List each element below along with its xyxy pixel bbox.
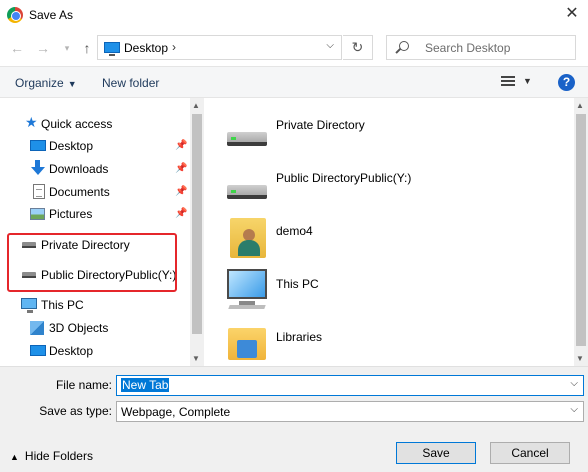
pictures-icon: [30, 208, 45, 220]
desktop-icon: [30, 140, 46, 151]
file-list-scrollbar[interactable]: ▲ ▼: [574, 98, 588, 366]
window-title: Save As: [29, 8, 74, 22]
search-icon: [399, 41, 409, 51]
3d-objects-icon: [30, 321, 44, 335]
cancel-button[interactable]: Cancel: [490, 442, 570, 464]
item-name: Public DirectoryPublic(Y:): [276, 171, 412, 185]
scroll-down-icon[interactable]: ▼: [192, 354, 200, 363]
item-name: Libraries: [276, 330, 323, 344]
file-list: Private Directory Public DirectoryPublic…: [205, 98, 574, 366]
sidebar-item-this-pc[interactable]: This PC: [0, 295, 190, 315]
desktop-icon: [104, 42, 120, 56]
help-button[interactable]: ?: [558, 74, 575, 91]
file-name-field[interactable]: New Tab ⌵: [116, 375, 584, 396]
forward-arrow-icon[interactable]: →: [34, 39, 52, 57]
new-folder-button[interactable]: New folder: [102, 76, 159, 90]
hide-folders-button[interactable]: ▲ Hide Folders: [10, 449, 93, 463]
organize-label: Organize: [15, 76, 64, 90]
sidebar-item-3d-objects[interactable]: 3D Objects: [0, 318, 190, 338]
chrome-icon: [7, 7, 23, 23]
list-item[interactable]: demo4: [205, 210, 565, 262]
item-name: demo4: [276, 224, 313, 238]
quick-access-star-icon: ★: [25, 114, 38, 130]
pin-icon[interactable]: 📌: [175, 208, 187, 219]
back-arrow-icon[interactable]: ←: [8, 39, 26, 57]
list-item[interactable]: Libraries: [205, 316, 565, 366]
sidebar-item-label: Pictures: [49, 207, 93, 221]
user-folder-icon: [230, 218, 266, 258]
address-dropdown-icon[interactable]: ⌵: [326, 40, 334, 51]
list-item[interactable]: Private Directory: [205, 104, 565, 156]
collapse-caret-icon: ▲: [10, 452, 19, 462]
scrollbar-thumb[interactable]: [192, 114, 202, 334]
command-toolbar: Organize ▼ New folder ▼ ?: [0, 66, 588, 98]
scroll-down-icon[interactable]: ▼: [576, 354, 584, 363]
breadcrumb-chevron-icon[interactable]: ›: [172, 40, 176, 54]
item-name: Private Directory: [276, 118, 365, 132]
downloads-icon: [30, 160, 46, 175]
recent-locations-chevron-icon[interactable]: ▾: [58, 39, 76, 57]
sidebar-item-desktop-pc[interactable]: Desktop: [0, 341, 190, 361]
save-type-dropdown-icon[interactable]: ⌵: [570, 404, 578, 415]
sidebar-item-quick-access[interactable]: ★ Quick access: [0, 114, 190, 134]
address-bar[interactable]: Desktop › ⌵: [97, 35, 342, 60]
sidebar-item-label: Downloads: [49, 162, 109, 176]
save-options-panel: File name: New Tab ⌵ Save as type: Webpa…: [0, 366, 588, 472]
scroll-up-icon[interactable]: ▲: [192, 101, 200, 110]
sidebar-item-label: Documents: [49, 185, 110, 199]
sidebar-item-label: 3D Objects: [49, 321, 109, 335]
sidebar-item-documents[interactable]: Documents 📌: [0, 182, 190, 202]
organize-button[interactable]: Organize ▼: [15, 76, 77, 90]
view-options-icon[interactable]: [501, 76, 515, 90]
address-text: Desktop: [124, 41, 169, 55]
scrollbar-thumb[interactable]: [576, 114, 586, 346]
this-pc-icon: [227, 269, 267, 299]
pin-icon[interactable]: 📌: [175, 186, 187, 197]
save-button[interactable]: Save: [396, 442, 476, 464]
pin-icon[interactable]: 📌: [175, 140, 187, 151]
view-options-caret-icon[interactable]: ▼: [523, 76, 532, 86]
search-input[interactable]: Search Desktop: [386, 35, 576, 60]
up-arrow-icon[interactable]: ↑: [78, 39, 96, 57]
sidebar-item-pictures[interactable]: Pictures 📌: [0, 204, 190, 224]
documents-icon: [33, 184, 45, 199]
item-name: This PC: [276, 277, 319, 291]
drive-icon: [227, 132, 267, 146]
sidebar-item-label: This PC: [41, 298, 84, 312]
sidebar-item-label: Quick access: [41, 117, 113, 131]
refresh-button[interactable]: ↻: [343, 35, 373, 60]
sidebar-item-downloads[interactable]: Downloads 📌: [0, 159, 190, 179]
sidebar-item-desktop[interactable]: Desktop 📌: [0, 136, 190, 156]
close-button[interactable]: ✕: [560, 2, 584, 26]
save-type-select[interactable]: Webpage, Complete ⌵: [116, 401, 584, 422]
desktop-icon: [30, 345, 46, 356]
this-pc-icon: [21, 298, 37, 313]
navigation-pane: ★ Quick access Desktop 📌 Downloads 📌 Doc…: [0, 98, 205, 366]
list-item[interactable]: This PC: [205, 263, 565, 315]
navigation-bar: ← → ▾ ↑ Desktop › ⌵ ↻ Search Desktop: [0, 30, 588, 66]
hide-folders-label: Hide Folders: [24, 449, 93, 463]
drive-icon: [227, 185, 267, 199]
sidebar-item-label: Desktop: [49, 344, 94, 358]
highlight-annotation-box: [7, 233, 177, 292]
file-name-label: File name:: [55, 378, 112, 392]
title-bar: Save As ✕: [0, 0, 588, 30]
pin-icon[interactable]: 📌: [175, 163, 187, 174]
organize-caret-icon: ▼: [67, 79, 77, 89]
scroll-up-icon[interactable]: ▲: [576, 101, 584, 110]
list-item[interactable]: Public DirectoryPublic(Y:): [205, 157, 565, 209]
libraries-icon: [228, 328, 266, 360]
file-name-dropdown-icon[interactable]: ⌵: [570, 378, 578, 389]
sidebar-item-label: Desktop: [49, 139, 94, 153]
search-placeholder: Search Desktop: [425, 41, 511, 55]
save-type-label: Save as type:: [39, 404, 112, 418]
save-type-value: Webpage, Complete: [121, 405, 231, 419]
file-name-value[interactable]: New Tab: [121, 378, 170, 392]
navigation-pane-scrollbar[interactable]: ▲ ▼: [190, 98, 204, 366]
